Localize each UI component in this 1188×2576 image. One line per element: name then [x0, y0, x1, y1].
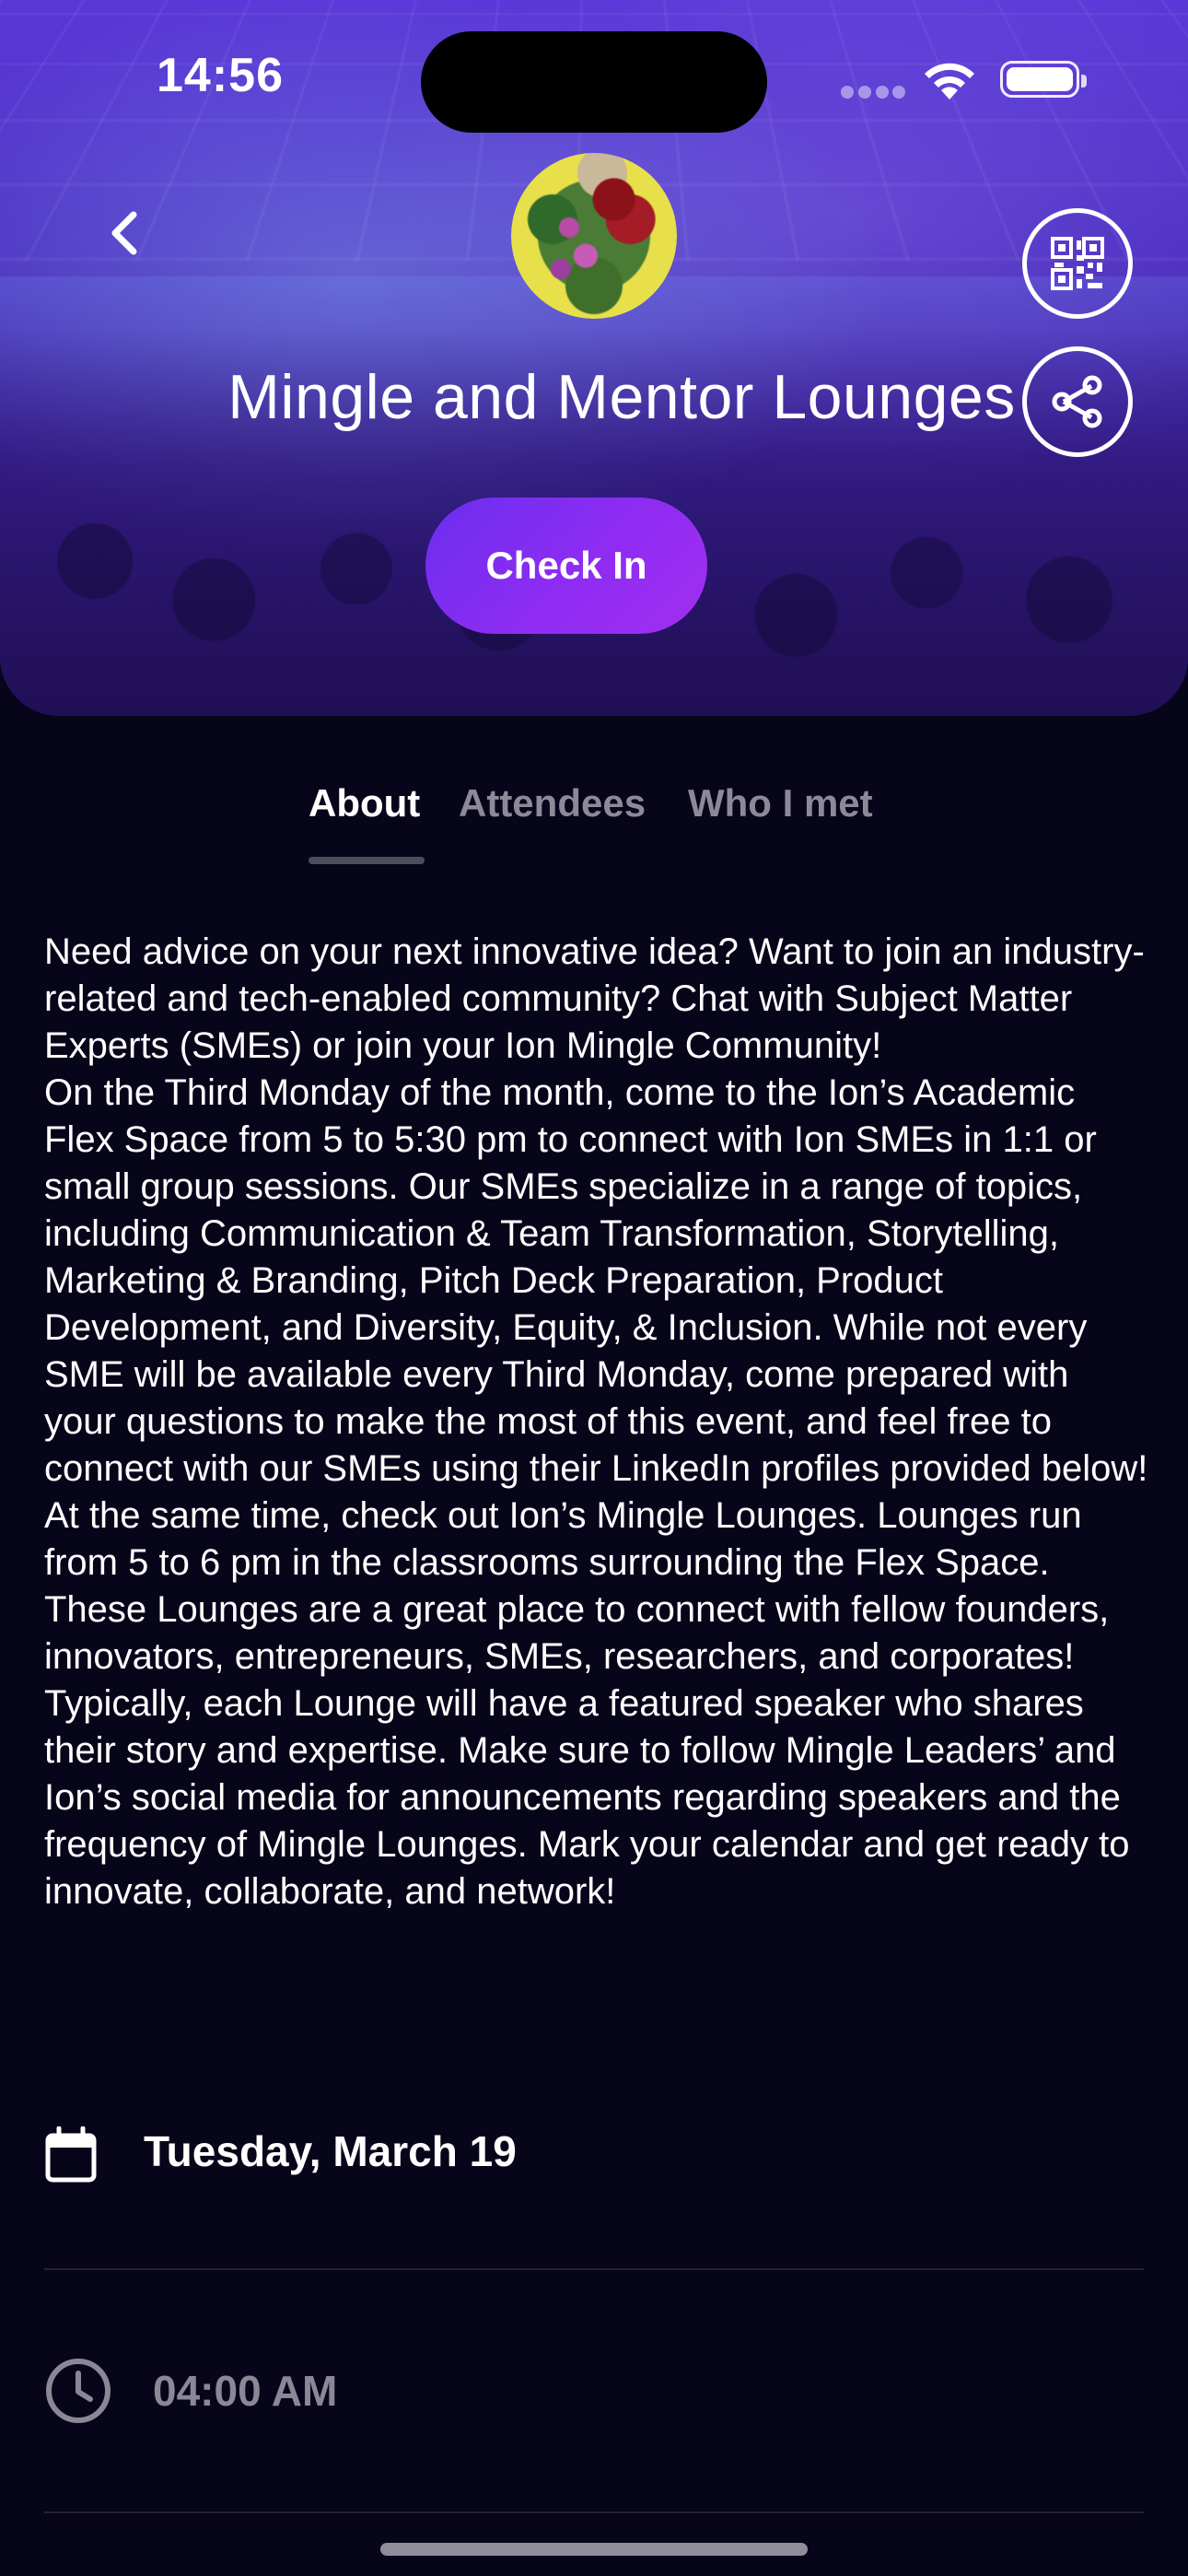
check-in-button[interactable]: Check In [425, 498, 707, 634]
event-time: 04:00 AM [153, 2367, 338, 2415]
event-description: Need advice on your next innovative idea… [44, 931, 1148, 1912]
event-avatar [511, 153, 677, 319]
tab-bar: About Attendees Who I met [0, 774, 1188, 866]
event-date-row: Tuesday, March 19 [44, 2119, 1144, 2193]
dynamic-island [421, 31, 767, 133]
calendar-icon [45, 2126, 97, 2183]
tab-about[interactable]: About [309, 781, 420, 825]
event-title: Mingle and Mentor Lounges [227, 362, 1016, 432]
wifi-icon [921, 59, 978, 101]
cellular-signal-icon [841, 86, 905, 99]
divider [44, 2512, 1144, 2513]
active-tab-indicator [309, 857, 425, 864]
home-indicator[interactable] [380, 2543, 808, 2556]
tab-attendees[interactable]: Attendees [459, 781, 646, 825]
status-bar-time: 14:56 [157, 49, 284, 102]
event-time-row: 04:00 AM [44, 2355, 1144, 2429]
tab-who-i-met[interactable]: Who I met [688, 781, 873, 825]
divider [44, 2268, 1144, 2270]
event-date: Tuesday, March 19 [144, 2127, 517, 2175]
chevron-left-icon [111, 211, 137, 255]
qr-code-button[interactable] [1022, 208, 1133, 319]
clock-icon [46, 2359, 111, 2423]
back-button[interactable] [94, 203, 155, 263]
battery-icon [1000, 61, 1087, 98]
qr-code-icon [1051, 237, 1104, 290]
